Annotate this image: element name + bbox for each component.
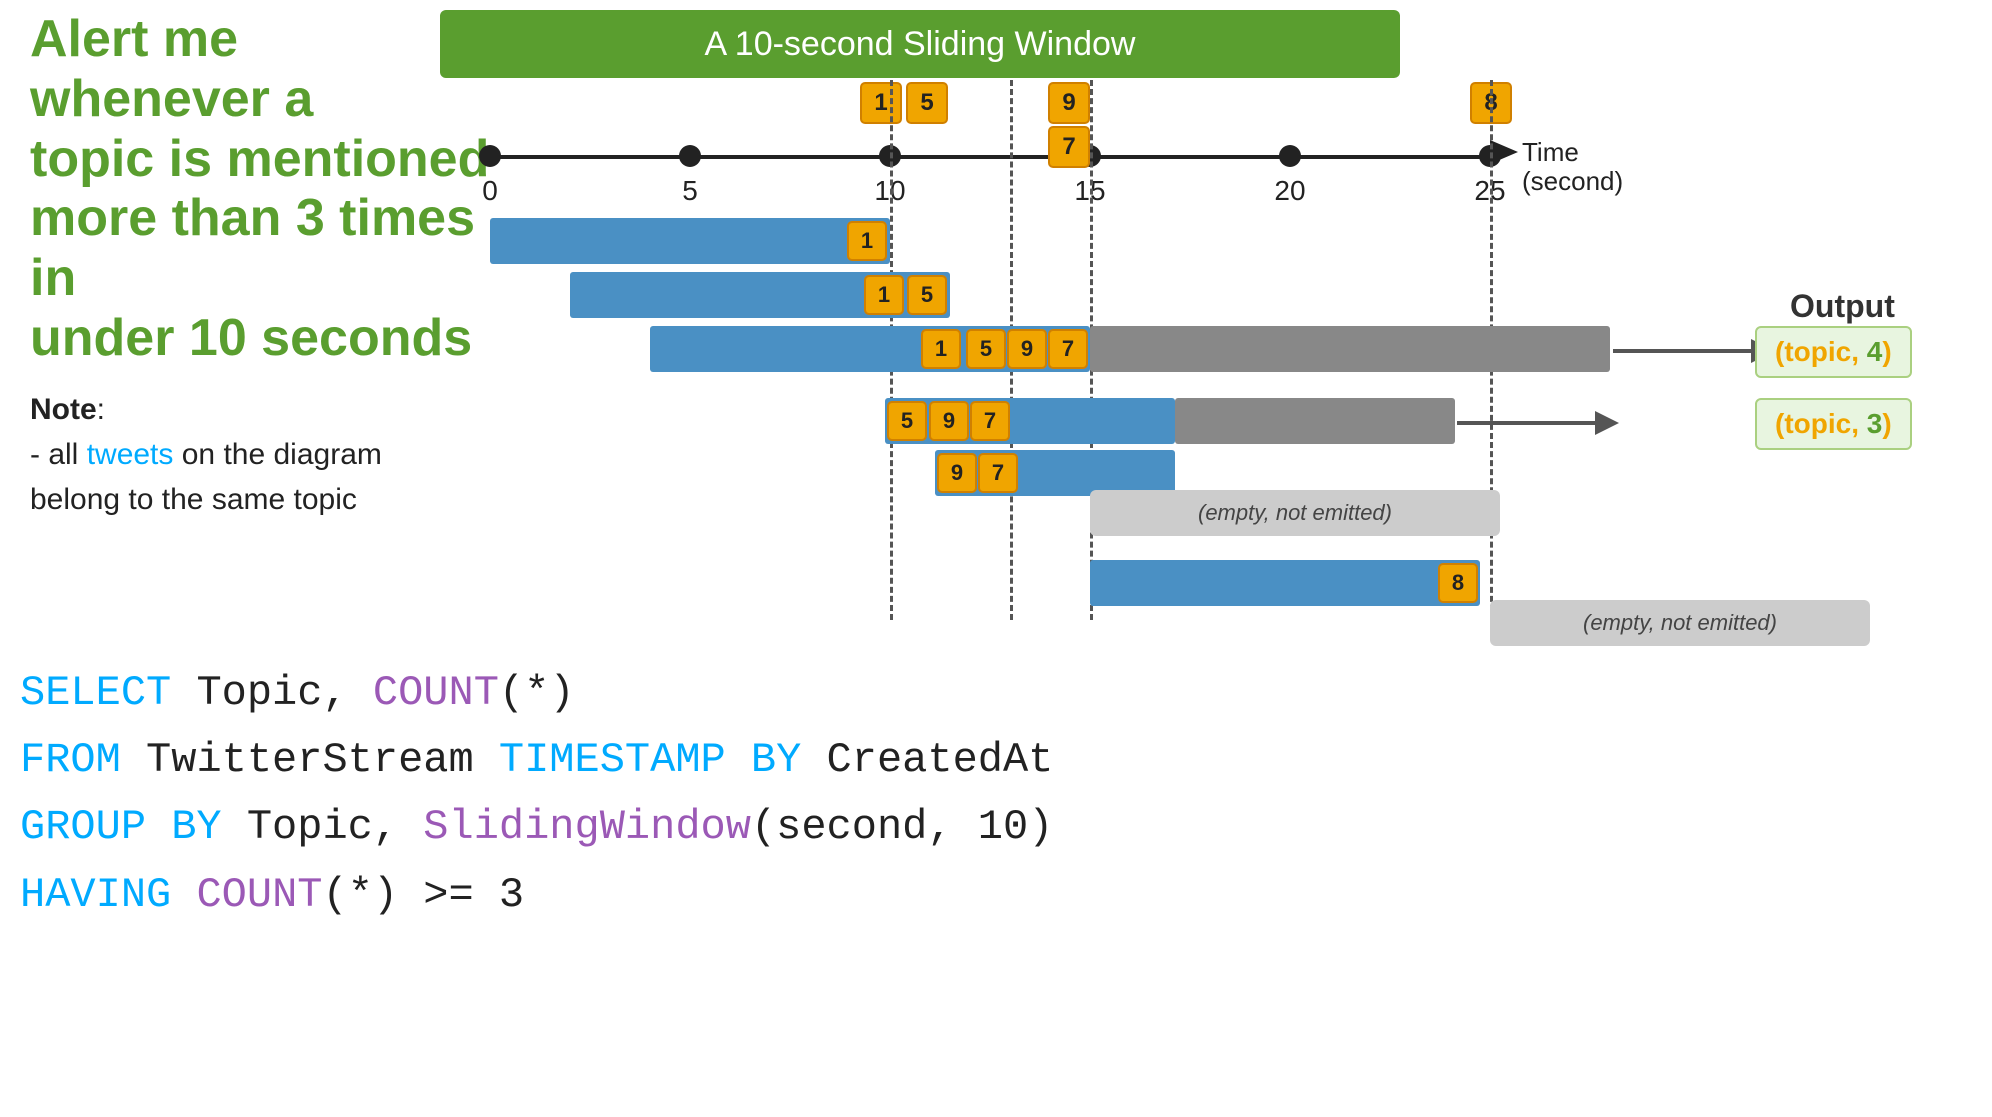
bar-badge-7c: 7 [1048,329,1088,369]
output-arrow-1 [1613,349,1753,353]
empty-box-2: (empty, not emitted) [1490,600,1870,646]
alert-text: Alert me whenever a topic is mentioned m… [30,10,490,369]
sql-group-by: GROUP BY [20,803,222,851]
sw-bar-8: 8 [1090,560,1480,606]
note-section: Note: - all tweets on the diagram belong… [30,387,490,522]
note-text2: on the diagram [173,438,381,471]
sw-bar-4-ext [1175,398,1455,444]
sql-topic: Topic, [171,669,373,717]
sql-select: SELECT [20,669,171,717]
sql-having-end: (*) >= 3 [322,871,524,919]
tick-dot-0 [479,145,501,167]
output-label: Output [1790,288,1895,325]
output-result-2: (topic, 3) [1755,398,1912,450]
output-arrow-2 [1457,421,1597,425]
event-badge-9-top: 9 [1048,82,1090,124]
sql-createdat: CreatedAt [801,736,1053,784]
bar-badge-1b: 1 [864,275,904,315]
header-bar: A 10-second Sliding Window [440,10,1400,78]
output-result-1: (topic, 4) [1755,326,1912,378]
sw-bar-3-main: 1 5 9 7 [650,326,1090,372]
bar-badge-9d: 9 [929,401,969,441]
tweets-highlight: tweets [87,438,174,471]
sql-having: HAVING [20,871,171,919]
event-badge-5-top: 5 [906,82,948,124]
bar-badge-5d: 5 [887,401,927,441]
empty-box-1: (empty, not emitted) [1090,490,1500,536]
sw-bar-3-ext [1090,326,1610,372]
sql-group-topic: Topic, [222,803,424,851]
note-text1: - all [30,438,87,471]
note-label: Note [30,393,97,426]
sw-bar-2: 1 5 [570,272,950,318]
bar-badge-7d: 7 [970,401,1010,441]
sql-count2: COUNT [196,871,322,919]
time-label: Time (second) [1522,138,1623,195]
bar-badge-1a: 1 [847,221,887,261]
left-panel: Alert me whenever a topic is mentioned m… [30,10,490,522]
bar-badge-5b: 5 [907,275,947,315]
sw-bar-4-main: 5 9 7 [885,398,1175,444]
tick-dot-20 [1279,145,1301,167]
note-text3: belong to the same topic [30,483,357,516]
sql-section: SELECT Topic, COUNT(*) FROM TwitterStrea… [20,660,1053,929]
sql-timestamp-by: TIMESTAMP BY [499,736,801,784]
tick-label-0: 0 [482,175,498,207]
sql-line4: HAVING COUNT(*) >= 3 [20,862,1053,929]
bar-badge-9e: 9 [937,453,977,493]
diagram: A 10-second Sliding Window Time (second)… [430,0,1980,680]
alert-line4: under 10 seconds [30,309,472,367]
sql-window-params: (second, 10) [751,803,1053,851]
event-badge-7-top: 7 [1048,126,1090,168]
sql-line3: GROUP BY Topic, SlidingWindow(second, 10… [20,794,1053,861]
bar-badge-5c: 5 [966,329,1006,369]
alert-line3: more than 3 times in [30,189,475,307]
sql-stream: TwitterStream [121,736,499,784]
header-title: A 10-second Sliding Window [705,25,1136,64]
tick-label-5: 5 [682,175,698,207]
tick-dot-5 [679,145,701,167]
event-badge-1-top: 1 [860,82,902,124]
timeline-line [490,155,1490,159]
sql-line2: FROM TwitterStream TIMESTAMP BY CreatedA… [20,727,1053,794]
bar-badge-8f: 8 [1438,563,1478,603]
bar-badge-1c: 1 [921,329,961,369]
bar-badge-7e: 7 [978,453,1018,493]
bar-badge-9c: 9 [1007,329,1047,369]
sw-bar-1: 1 [490,218,890,264]
alert-line2: topic is mentioned [30,130,489,188]
sql-from: FROM [20,736,121,784]
alert-line1: Alert me whenever a [30,10,313,128]
tick-label-20: 20 [1274,175,1305,207]
sql-sliding-window: SlidingWindow [423,803,751,851]
